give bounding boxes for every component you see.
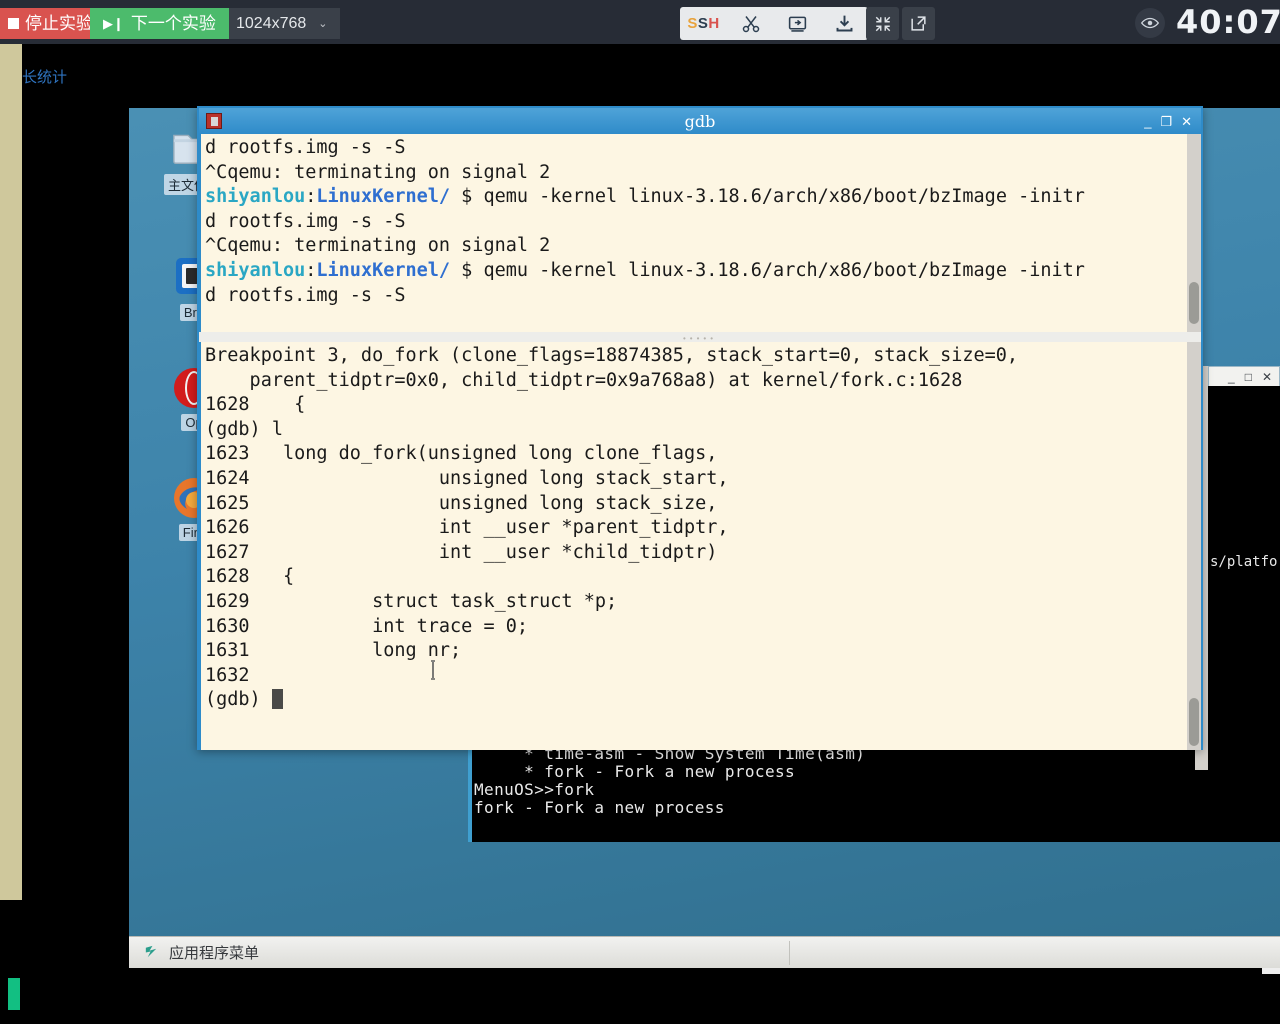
scissors-icon [741, 14, 761, 34]
cut-button[interactable] [727, 7, 774, 40]
applications-menu-button[interactable]: 应用程序菜单 [129, 942, 259, 963]
gdb-shell-pane[interactable]: d rootfs.img -s -S ^Cqemu: terminating o… [199, 134, 1201, 332]
ssh-button[interactable]: SSH [680, 7, 727, 40]
bottom-left-indicator [8, 978, 20, 1010]
background-close-button[interactable]: ✕ [1262, 370, 1272, 384]
lab-toolbar: 停止实验 和 ▶❙ 下一个实验 1024x768 ⌄ SSH [0, 0, 1280, 44]
gdb-session-pane[interactable]: Breakpoint 3, do_fork (clone_flags=18874… [199, 342, 1201, 750]
gdb-shell-output: d rootfs.img -s -S ^Cqemu: terminating o… [201, 134, 1201, 308]
taskbar-separator [789, 941, 790, 965]
screenshot-button[interactable] [774, 7, 821, 40]
gdb-window[interactable]: gdb _ ❐ ✕ d rootfs.img -s -S ^Cqemu: ter… [197, 106, 1203, 750]
background-minimize-button[interactable]: _ [1228, 370, 1235, 384]
gdb-session-scrollbar[interactable] [1187, 342, 1201, 750]
resolution-select[interactable]: 1024x768 ⌄ [224, 8, 340, 39]
gdb-window-title: gdb [199, 112, 1201, 131]
session-timer: 40:07 [1176, 3, 1280, 41]
external-link-icon [909, 14, 928, 33]
desktop-taskbar: 应用程序菜单 [129, 936, 1280, 968]
next-step-icon: ▶❙ [103, 17, 124, 30]
background-maximize-button[interactable]: □ [1245, 370, 1252, 384]
gdb-session-output: Breakpoint 3, do_fork (clone_flags=18874… [201, 342, 1201, 713]
popout-button[interactable] [902, 7, 935, 40]
background-terminal-text: s/platfo [1210, 554, 1277, 570]
gdb-maximize-button[interactable]: ❐ [1160, 115, 1172, 128]
collapse-icon [874, 15, 892, 33]
download-icon [834, 13, 855, 34]
scrollbar-thumb[interactable] [1189, 282, 1199, 324]
gdb-input-cursor [272, 689, 283, 709]
preview-toggle[interactable] [1135, 8, 1165, 38]
stop-square-icon [8, 18, 19, 29]
gdb-close-button[interactable]: ✕ [1181, 115, 1192, 128]
next-experiment-label: 下一个实验 [131, 15, 216, 32]
scrollbar-thumb[interactable] [1189, 698, 1199, 746]
mouse-cursor-ibeam [426, 660, 440, 685]
gdb-shell-scrollbar[interactable] [1187, 134, 1201, 332]
session-tools: SSH [680, 7, 868, 40]
download-button[interactable] [821, 7, 868, 40]
menuos-terminal-window[interactable]: * time-asm - Show System Time(asm) * for… [468, 740, 1280, 842]
gdb-minimize-button[interactable]: _ [1144, 115, 1151, 128]
ssh-label: SSH [687, 15, 719, 32]
chevron-down-icon: ⌄ [318, 17, 327, 30]
stop-experiment-label: 停止实验 [25, 15, 93, 32]
screen: 停止实验 和 ▶❙ 下一个实验 1024x768 ⌄ SSH [0, 0, 1280, 1024]
menuos-output: * time-asm - Show System Time(asm) * for… [472, 740, 1280, 817]
resolution-value: 1024x768 [236, 15, 306, 33]
background-window-titlebar[interactable]: _ □ ✕ [1208, 366, 1280, 386]
background-window-body[interactable]: s/platfo [1208, 386, 1280, 770]
collapse-button[interactable] [866, 7, 899, 40]
gdb-body: d rootfs.img -s -S ^Cqemu: terminating o… [199, 134, 1201, 750]
applications-menu-icon [143, 944, 160, 961]
left-partial-link[interactable]: 长统计 [22, 66, 67, 87]
gdb-titlebar[interactable]: gdb _ ❐ ✕ [199, 108, 1201, 134]
pane-splitter[interactable]: ••••• [199, 332, 1201, 342]
next-experiment-button[interactable]: ▶❙ 下一个实验 [90, 8, 229, 39]
screenshot-icon [787, 13, 808, 34]
left-page-strip [0, 44, 22, 900]
gdb-window-controls: _ ❐ ✕ [1144, 115, 1201, 128]
eye-icon [1141, 17, 1159, 29]
applications-menu-label: 应用程序菜单 [169, 942, 259, 963]
